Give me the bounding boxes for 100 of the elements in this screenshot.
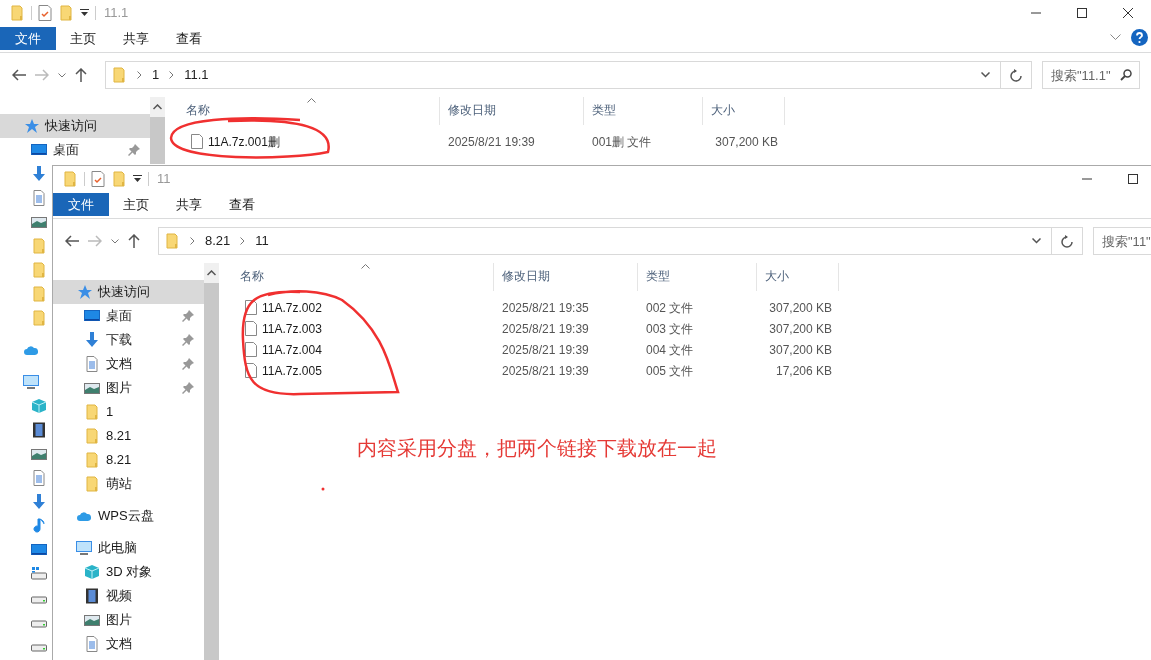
film-icon xyxy=(31,422,47,438)
picture-icon xyxy=(31,446,47,462)
refresh-icon[interactable] xyxy=(1061,234,1073,248)
up-arrow-icon[interactable] xyxy=(128,234,140,248)
column-header[interactable]: 修改日期 xyxy=(440,97,584,125)
nav-item[interactable]: WPS云盘 xyxy=(53,504,204,528)
nav-item[interactable]: 文档 xyxy=(53,352,204,376)
folder-icon xyxy=(111,67,127,83)
document-icon xyxy=(84,356,100,372)
nav-item[interactable]: 快速访问 xyxy=(53,280,204,304)
document-icon xyxy=(31,190,47,206)
nav-item[interactable]: 下载 xyxy=(53,328,204,352)
chevron-right-icon[interactable] xyxy=(137,71,142,79)
file-name: 11A.7z.001删 xyxy=(208,133,280,151)
file-row[interactable]: 11A.7z.001删 2025/8/21 19:39 001删 文件 307,200 KB xyxy=(165,131,1151,152)
nav-item[interactable]: 图片 xyxy=(53,376,204,400)
back-arrow-icon[interactable] xyxy=(65,235,79,247)
sort-caret-icon[interactable] xyxy=(361,264,370,269)
refresh-icon[interactable] xyxy=(1010,68,1022,82)
nav-item[interactable]: 桌面 xyxy=(0,138,150,162)
chevron-down-icon[interactable] xyxy=(981,72,990,78)
address-bar[interactable]: 8.21 11 xyxy=(158,227,1052,255)
nav-item[interactable]: 此电脑 xyxy=(53,536,204,560)
modified-date: 2025/8/21 19:39 xyxy=(501,362,590,380)
breadcrumb-item[interactable]: 1 xyxy=(152,65,160,85)
search-icon[interactable] xyxy=(1120,69,1132,81)
dropdown-icon[interactable] xyxy=(133,174,142,183)
sort-caret-icon[interactable] xyxy=(307,98,316,103)
ribbon-tab[interactable]: 文件 xyxy=(0,27,56,50)
nav-item[interactable]: 快速访问 xyxy=(0,114,150,138)
ribbon-tab[interactable]: 查看 xyxy=(162,27,215,50)
checklist-icon[interactable] xyxy=(38,4,52,21)
drive-icon xyxy=(31,566,47,582)
folder-icon xyxy=(84,428,100,444)
refresh-button[interactable] xyxy=(1052,227,1083,255)
breadcrumb-item[interactable]: 8.21 xyxy=(205,231,231,251)
scrollbar[interactable] xyxy=(204,263,219,660)
nav-item[interactable]: 桌面 xyxy=(53,304,204,328)
folder-icon xyxy=(31,310,47,326)
checklist-icon[interactable] xyxy=(91,170,105,187)
file-type: 005 文件 xyxy=(645,362,695,380)
file-icon xyxy=(245,363,257,378)
scroll-up-icon[interactable] xyxy=(207,270,216,276)
scroll-up-icon[interactable] xyxy=(153,104,162,110)
chevron-down-icon[interactable] xyxy=(1032,238,1041,244)
ribbon-tab[interactable]: 共享 xyxy=(109,27,162,50)
column-header[interactable]: 大小 xyxy=(757,263,839,291)
ribbon-tab[interactable]: 主页 xyxy=(109,193,162,216)
file-row[interactable]: 11A.7z.004 2025/8/21 19:39 004 文件 307,200 KB xyxy=(219,339,1151,360)
ribbon-tab[interactable]: 文件 xyxy=(53,193,109,216)
breadcrumb-item[interactable]: 11 xyxy=(255,231,269,251)
chevron-right-icon[interactable] xyxy=(240,237,246,245)
column-header[interactable]: 修改日期 xyxy=(494,263,638,291)
search-field[interactable]: 搜索"11.1" xyxy=(1042,61,1140,89)
folder-icon xyxy=(31,238,47,254)
picture-icon xyxy=(31,214,47,230)
chevron-down-icon[interactable] xyxy=(58,72,66,78)
column-header[interactable]: 名称 xyxy=(165,97,440,125)
file-icon xyxy=(245,342,257,357)
nav-item[interactable]: 8.21 xyxy=(53,448,204,472)
close-icon[interactable] xyxy=(1123,7,1133,18)
dropdown-icon[interactable] xyxy=(80,8,89,17)
file-row[interactable]: 11A.7z.002 2025/8/21 19:35 002 文件 307,200 KB xyxy=(219,297,1151,318)
nav-item[interactable]: 文档 xyxy=(53,632,204,656)
column-header[interactable]: 类型 xyxy=(638,263,757,291)
address-bar[interactable]: 1 11.1 xyxy=(105,61,1001,89)
chevron-down-icon[interactable] xyxy=(1110,34,1121,41)
ribbon-tab[interactable]: 共享 xyxy=(162,193,215,216)
nav-item[interactable]: 1 xyxy=(53,400,204,424)
chevron-down-icon[interactable] xyxy=(111,238,119,244)
folder-icon xyxy=(84,452,100,468)
cube-icon xyxy=(84,564,100,580)
breadcrumb-item[interactable]: 11.1 xyxy=(184,65,209,85)
nav-item[interactable]: 3D 对象 xyxy=(53,560,204,584)
nav-item[interactable]: 萌站 xyxy=(53,472,204,496)
chevron-right-icon[interactable] xyxy=(169,71,175,79)
column-header[interactable]: 类型 xyxy=(584,97,703,125)
ribbon-tab[interactable]: 主页 xyxy=(56,27,109,50)
column-header[interactable]: 名称 xyxy=(219,263,494,291)
refresh-button[interactable] xyxy=(1001,61,1032,89)
back-arrow-icon[interactable] xyxy=(12,69,26,81)
scrollbar[interactable] xyxy=(150,97,165,164)
search-field[interactable]: 搜索"11" xyxy=(1093,227,1151,255)
file-size: 307,200 KB xyxy=(768,320,833,338)
document-icon xyxy=(31,470,47,486)
file-row[interactable]: 11A.7z.005 2025/8/21 19:39 005 文件 17,206 KB xyxy=(219,360,1151,381)
maximize-icon[interactable] xyxy=(1077,7,1087,18)
down-arrow-icon xyxy=(31,166,47,182)
up-arrow-icon[interactable] xyxy=(75,68,87,82)
maximize-icon[interactable] xyxy=(1128,173,1138,184)
chevron-right-icon[interactable] xyxy=(190,237,195,245)
nav-item[interactable]: 视频 xyxy=(53,584,204,608)
ribbon-tab[interactable]: 查看 xyxy=(215,193,268,216)
help-icon[interactable] xyxy=(1131,29,1148,46)
annotation-text: 内容采用分盘，把两个链接下载放在一起 xyxy=(357,436,717,461)
nav-item[interactable]: 图片 xyxy=(53,608,204,632)
nav-item[interactable]: 8.21 xyxy=(53,424,204,448)
column-header[interactable]: 大小 xyxy=(703,97,785,125)
file-row[interactable]: 11A.7z.003 2025/8/21 19:39 003 文件 307,200 KB xyxy=(219,318,1151,339)
down-arrow-icon xyxy=(84,332,100,348)
